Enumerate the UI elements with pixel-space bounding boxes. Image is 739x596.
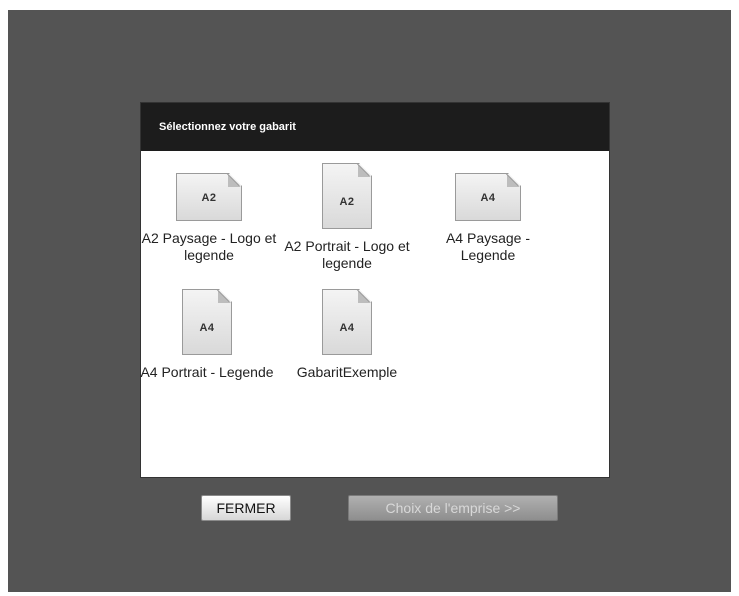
choose-extent-button[interactable]: Choix de l'emprise >> xyxy=(348,495,558,521)
template-item-gabarit-exemple[interactable]: A4 GabaritExemple xyxy=(277,289,417,381)
format-label: A4 xyxy=(339,322,355,334)
format-label: A4 xyxy=(480,192,496,204)
document-icon: A4 xyxy=(322,289,372,355)
document-icon: A4 xyxy=(455,173,521,221)
template-dialog: Sélectionnez votre gabarit A2 A2 Paysage… xyxy=(140,102,610,478)
template-name: A2 Paysage - Logo et legende xyxy=(141,230,277,263)
document-icon: A2 xyxy=(322,163,372,229)
format-label: A4 xyxy=(199,322,215,334)
template-item-a4-paysage[interactable]: A4 A4 Paysage - Legende xyxy=(418,173,558,264)
format-label: A2 xyxy=(339,196,355,208)
template-item-a2-paysage[interactable]: A2 A2 Paysage - Logo et legende xyxy=(139,173,279,264)
template-name: A2 Portrait - Logo et legende xyxy=(284,238,410,271)
template-name: A4 Paysage - Legende xyxy=(445,230,531,263)
close-button[interactable]: FERMER xyxy=(201,495,291,521)
template-item-a4-portrait[interactable]: A4 A4 Portrait - Legende xyxy=(137,289,277,381)
template-name: A4 Portrait - Legende xyxy=(140,364,274,380)
format-label: A2 xyxy=(201,192,217,204)
template-name: GabaritExemple xyxy=(296,364,398,380)
dialog-title: Sélectionnez votre gabarit xyxy=(141,103,609,151)
document-icon: A4 xyxy=(182,289,232,355)
template-item-a2-portrait[interactable]: A2 A2 Portrait - Logo et legende xyxy=(277,163,417,272)
document-icon: A2 xyxy=(176,173,242,221)
